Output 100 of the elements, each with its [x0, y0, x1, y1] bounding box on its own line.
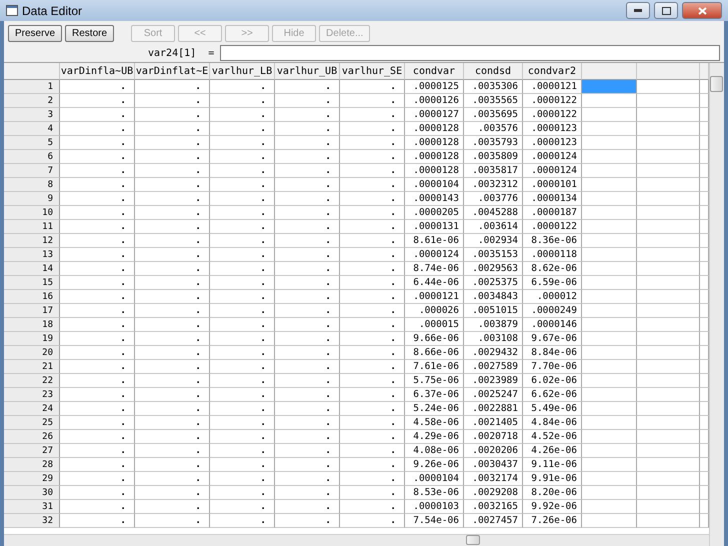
table-cell[interactable]: .	[340, 94, 405, 108]
table-cell[interactable]	[700, 486, 709, 500]
table-cell[interactable]	[637, 248, 700, 262]
table-cell[interactable]	[637, 234, 700, 248]
table-cell[interactable]: .0000125	[405, 80, 464, 94]
table-cell[interactable]: .	[275, 374, 340, 388]
table-cell[interactable]: .	[340, 164, 405, 178]
table-cell[interactable]: 9.26e-06	[405, 458, 464, 472]
column-header[interactable]: varDinflat~E	[135, 63, 210, 80]
table-cell[interactable]	[700, 150, 709, 164]
table-cell[interactable]: .0000103	[405, 500, 464, 514]
table-cell[interactable]: 5.49e-06	[523, 402, 582, 416]
row-number[interactable]: 31	[4, 500, 60, 514]
table-cell[interactable]: .	[135, 416, 210, 430]
table-cell[interactable]: .	[340, 444, 405, 458]
row-number[interactable]: 8	[4, 178, 60, 192]
table-cell[interactable]	[582, 164, 637, 178]
table-cell[interactable]: .0000128	[405, 122, 464, 136]
column-header[interactable]: condvar	[405, 63, 464, 80]
table-cell[interactable]: .	[60, 360, 135, 374]
row-number[interactable]: 25	[4, 416, 60, 430]
row-number[interactable]: 15	[4, 276, 60, 290]
table-cell[interactable]: .	[60, 248, 135, 262]
table-cell[interactable]: .0000131	[405, 220, 464, 234]
table-cell[interactable]	[582, 500, 637, 514]
table-cell[interactable]: .	[275, 192, 340, 206]
table-cell[interactable]	[637, 360, 700, 374]
row-number[interactable]: 20	[4, 346, 60, 360]
table-cell[interactable]	[637, 178, 700, 192]
table-cell[interactable]	[700, 472, 709, 486]
table-cell[interactable]: .	[60, 304, 135, 318]
table-cell[interactable]: .	[210, 458, 275, 472]
table-cell[interactable]: .	[60, 416, 135, 430]
table-cell[interactable]: 8.66e-06	[405, 346, 464, 360]
table-cell[interactable]: .0035695	[464, 108, 523, 122]
table-cell[interactable]	[700, 402, 709, 416]
table-cell[interactable]: .	[210, 262, 275, 276]
table-cell[interactable]: .	[210, 80, 275, 94]
table-cell[interactable]: .000015	[405, 318, 464, 332]
table-cell[interactable]: .0035793	[464, 136, 523, 150]
table-cell[interactable]: .	[210, 388, 275, 402]
table-cell[interactable]: .	[135, 108, 210, 122]
table-cell[interactable]: .	[60, 94, 135, 108]
row-number[interactable]: 5	[4, 136, 60, 150]
table-cell[interactable]: .	[135, 486, 210, 500]
table-cell[interactable]: 6.44e-06	[405, 276, 464, 290]
table-cell[interactable]: .	[210, 290, 275, 304]
table-cell[interactable]: .	[210, 136, 275, 150]
table-cell[interactable]	[637, 108, 700, 122]
table-cell[interactable]	[582, 472, 637, 486]
table-cell[interactable]: 4.58e-06	[405, 416, 464, 430]
table-cell[interactable]: 9.11e-06	[523, 458, 582, 472]
row-number[interactable]: 28	[4, 458, 60, 472]
table-cell[interactable]	[582, 234, 637, 248]
table-cell[interactable]: 8.36e-06	[523, 234, 582, 248]
table-cell[interactable]: 7.26e-06	[523, 514, 582, 528]
table-cell[interactable]: .	[135, 360, 210, 374]
table-cell[interactable]: .0032312	[464, 178, 523, 192]
table-cell[interactable]: .0000122	[523, 108, 582, 122]
table-cell[interactable]: .0000205	[405, 206, 464, 220]
table-cell[interactable]: .	[275, 346, 340, 360]
table-cell[interactable]: .0000122	[523, 220, 582, 234]
row-number[interactable]: 30	[4, 486, 60, 500]
table-cell[interactable]: .0035565	[464, 94, 523, 108]
table-cell[interactable]	[700, 80, 709, 94]
table-cell[interactable]: .000012	[523, 290, 582, 304]
table-cell[interactable]: .0000187	[523, 206, 582, 220]
table-cell[interactable]: .002934	[464, 234, 523, 248]
table-cell[interactable]	[700, 500, 709, 514]
minimize-button[interactable]	[626, 2, 650, 19]
table-cell[interactable]: .	[135, 192, 210, 206]
table-cell[interactable]: .	[135, 94, 210, 108]
table-cell[interactable]: .	[60, 514, 135, 528]
table-cell[interactable]: .	[60, 262, 135, 276]
table-cell[interactable]: .	[340, 248, 405, 262]
table-cell[interactable]: .	[135, 444, 210, 458]
toolbar-button[interactable]: Restore	[65, 25, 114, 42]
table-cell[interactable]: .	[275, 304, 340, 318]
table-cell[interactable]	[700, 136, 709, 150]
row-number[interactable]: 26	[4, 430, 60, 444]
table-cell[interactable]	[582, 346, 637, 360]
table-cell[interactable]: .	[275, 220, 340, 234]
table-cell[interactable]: 9.92e-06	[523, 500, 582, 514]
table-cell[interactable]: 9.91e-06	[523, 472, 582, 486]
table-cell[interactable]	[700, 430, 709, 444]
table-cell[interactable]: .	[60, 108, 135, 122]
table-cell[interactable]	[637, 290, 700, 304]
table-cell[interactable]	[582, 248, 637, 262]
table-cell[interactable]: .0000128	[405, 136, 464, 150]
table-cell[interactable]	[582, 430, 637, 444]
vertical-scrollbar[interactable]	[709, 63, 724, 546]
table-cell[interactable]: .	[275, 136, 340, 150]
table-cell[interactable]: .	[275, 416, 340, 430]
table-cell[interactable]: .	[275, 472, 340, 486]
table-cell[interactable]: .	[60, 458, 135, 472]
table-cell[interactable]: .	[210, 444, 275, 458]
table-cell[interactable]: .	[135, 290, 210, 304]
table-cell[interactable]: .	[210, 318, 275, 332]
table-cell[interactable]: .	[275, 94, 340, 108]
row-number[interactable]: 32	[4, 514, 60, 528]
